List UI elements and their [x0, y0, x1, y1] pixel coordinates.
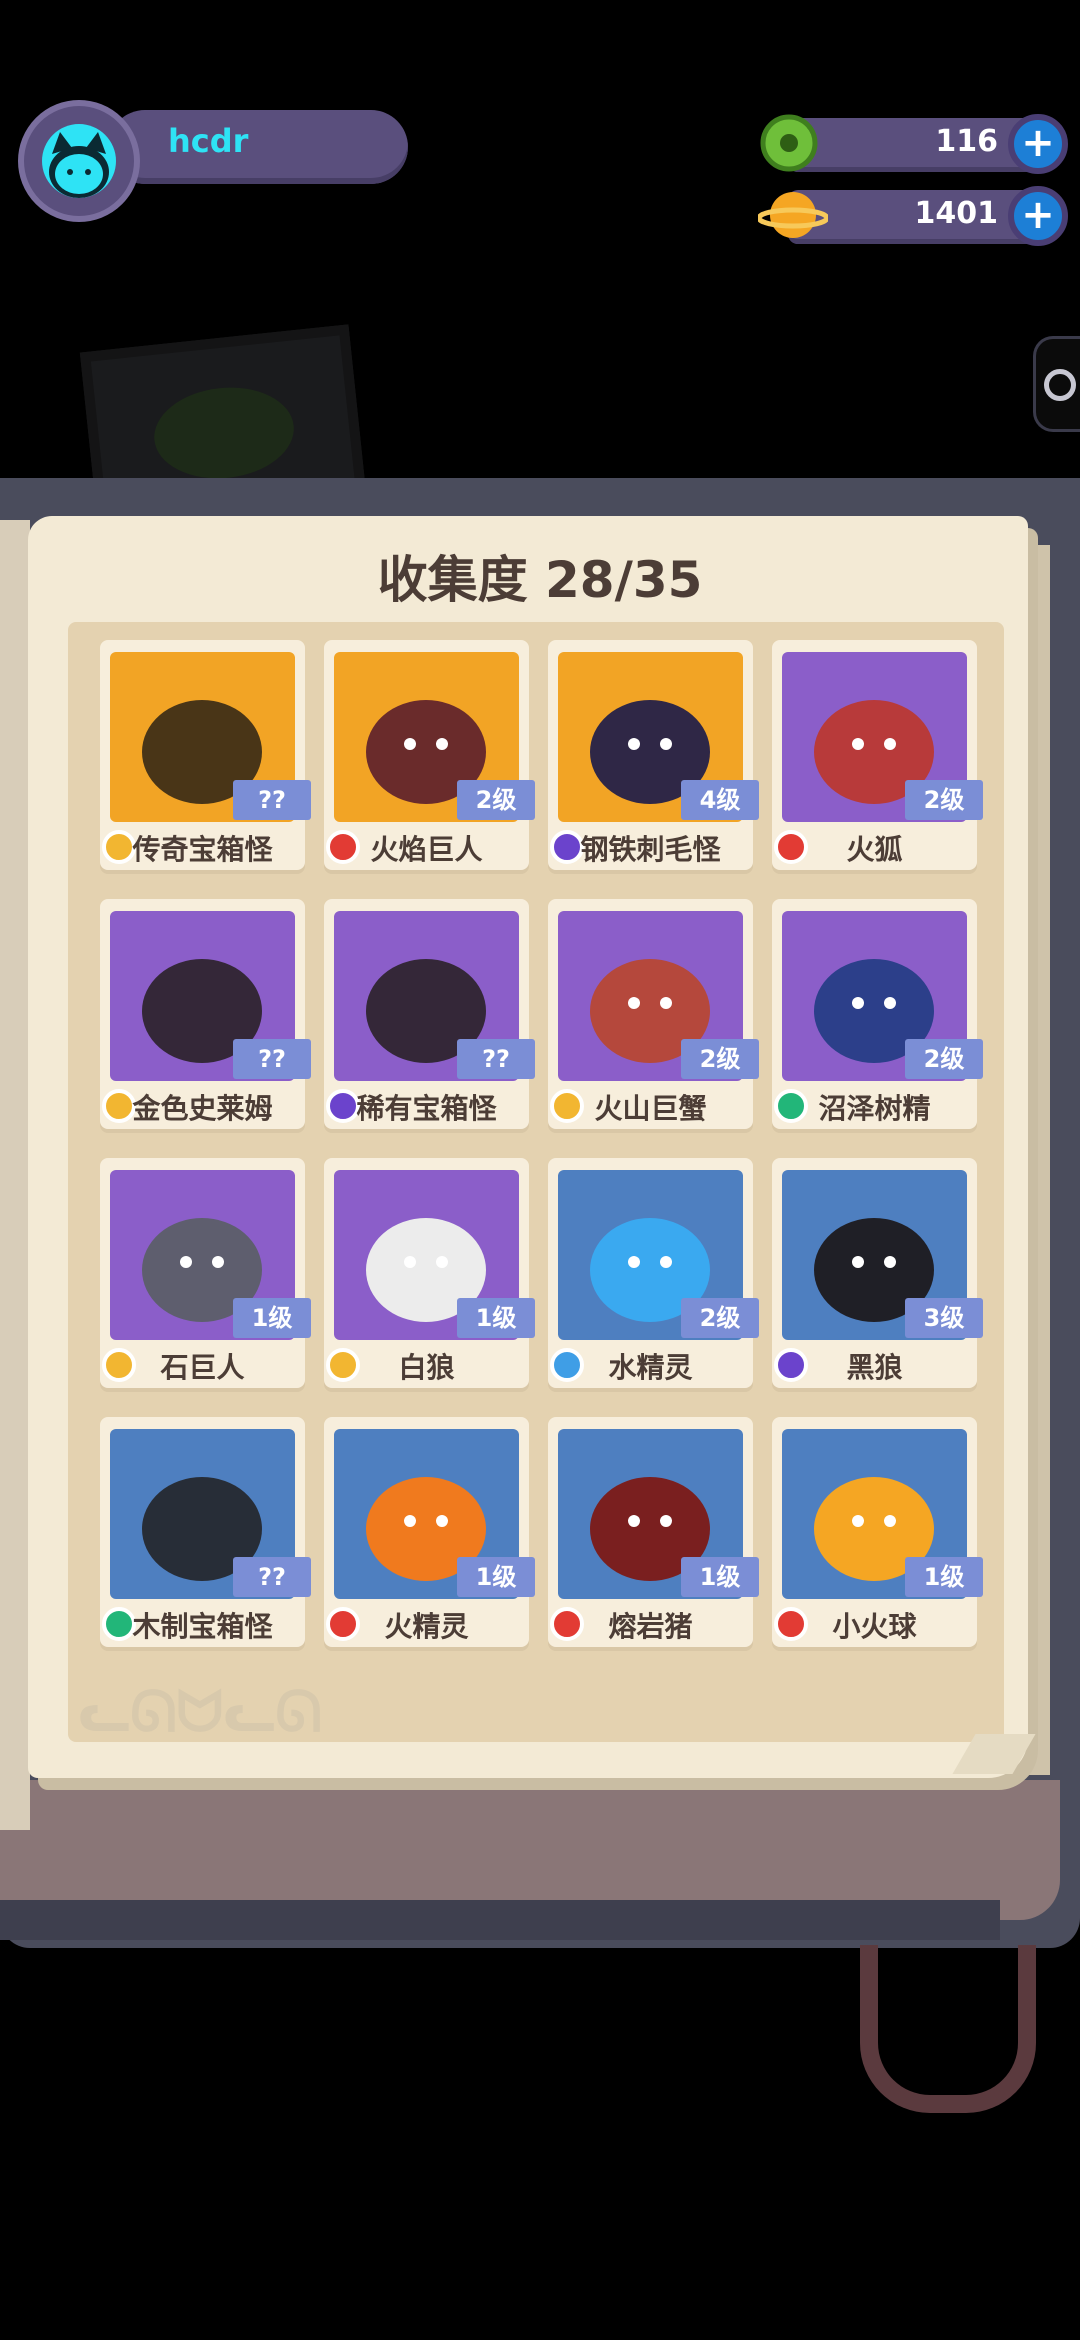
monster-card[interactable]: 1级火精灵: [324, 1417, 535, 1647]
monster-level-badge: 2级: [681, 1298, 759, 1338]
monster-level-badge: 1级: [905, 1557, 983, 1597]
monster-level-badge: 1级: [681, 1557, 759, 1597]
avatar[interactable]: [18, 100, 140, 222]
monster-name: 稀有宝箱怪: [356, 1092, 497, 1125]
monster-name: 火精灵: [384, 1610, 469, 1643]
right-page-edge: [1028, 545, 1050, 1775]
book-cover-edge: [0, 1780, 1060, 1920]
monster-card[interactable]: 2级沼泽树精: [772, 899, 983, 1129]
monster-level-badge: 1级: [457, 1298, 535, 1338]
monster-card[interactable]: 1级小火球: [772, 1417, 983, 1647]
player-profile[interactable]: hcdr: [18, 100, 408, 222]
monster-name: 石巨人: [160, 1351, 245, 1384]
monster-name: 小火球: [832, 1610, 917, 1643]
player-name: hcdr: [168, 122, 249, 160]
gems-counter: 116 +: [758, 112, 1068, 178]
monster-card[interactable]: ?? 金色史莱姆: [100, 899, 311, 1129]
monster-level-badge: ??: [457, 1039, 535, 1079]
monster-level-badge: 2级: [905, 780, 983, 820]
gems-value: 116: [935, 124, 998, 159]
monster-card[interactable]: 2级 火狐: [772, 640, 983, 870]
monster-card[interactable]: ?? 稀有宝箱怪: [324, 899, 535, 1129]
monster-name: 火焰巨人: [370, 833, 483, 866]
collection-progress-title: 收集度 28/35: [377, 551, 703, 609]
book-spine-shadow: [0, 1900, 1000, 1940]
monster-name: 传奇宝箱怪: [132, 833, 273, 866]
monster-card[interactable]: 1级石巨人: [100, 1158, 311, 1388]
monster-card[interactable]: 1级 白狼: [324, 1158, 535, 1388]
planet-coin-icon: [756, 184, 830, 246]
monster-level-badge: ??: [233, 1557, 311, 1597]
monster-level-badge: 1级: [233, 1298, 311, 1338]
monster-name: 白狼: [398, 1351, 455, 1384]
monster-name: 木制宝箱怪: [132, 1610, 273, 1643]
monster-card[interactable]: 4级钢铁刺毛怪: [548, 640, 759, 870]
add-coins-button[interactable]: +: [1008, 186, 1068, 246]
coins-counter: 1401 +: [756, 184, 1068, 250]
monster-level-badge: 2级: [681, 1039, 759, 1079]
monster-name: 水精灵: [608, 1351, 693, 1384]
monster-card[interactable]: 3级 黑狼: [772, 1158, 983, 1388]
monster-card[interactable]: 2级水精灵: [548, 1158, 759, 1388]
green-donut-icon: [758, 112, 820, 174]
monster-card[interactable]: 2级火山巨蟹: [548, 899, 759, 1129]
monster-level-badge: 4级: [681, 780, 759, 820]
monster-name: 黑狼: [846, 1351, 903, 1384]
monster-name: 金色史莱姆: [132, 1092, 273, 1125]
left-page-edge: [0, 520, 30, 1830]
book-strap: [860, 1945, 1036, 2113]
monster-card[interactable]: ?? 传奇宝箱怪: [100, 640, 311, 870]
monster-name: 钢铁刺毛怪: [580, 833, 721, 866]
monster-level-badge: 2级: [457, 780, 535, 820]
monster-level-badge: ??: [233, 780, 311, 820]
ring-icon: [1044, 369, 1076, 401]
monster-card[interactable]: ?? 木制宝箱怪: [100, 1417, 311, 1647]
add-gems-button[interactable]: +: [1008, 114, 1068, 174]
monster-level-badge: 2级: [905, 1039, 983, 1079]
monster-name: 火山巨蟹: [594, 1092, 707, 1125]
monster-name: 熔岩猪: [608, 1610, 693, 1643]
monster-name: 火狐: [846, 833, 903, 866]
monster-level-badge: 1级: [457, 1557, 535, 1597]
monster-name: 沼泽树精: [818, 1092, 931, 1125]
monster-grid: ?? 传奇宝箱怪 2级 火焰巨人 4级 钢铁刺毛怪 2级 火狐?? 金色史莱姆?? 稀有宝箱怪 2级…: [100, 640, 983, 1647]
coins-value: 1401: [914, 196, 999, 231]
cat-avatar-icon: [42, 124, 116, 198]
monster-level-badge: 3级: [905, 1298, 983, 1338]
monster-card[interactable]: 2级火焰巨人: [324, 640, 535, 870]
cat-doodle-icon: ᓚᘏᗢᓚᘏ: [78, 1680, 322, 1745]
player-name-bar: [108, 110, 408, 184]
monster-card[interactable]: 1级熔岩猪: [548, 1417, 759, 1647]
monster-level-badge: ??: [233, 1039, 311, 1079]
side-menu-tab[interactable]: [1033, 336, 1080, 432]
